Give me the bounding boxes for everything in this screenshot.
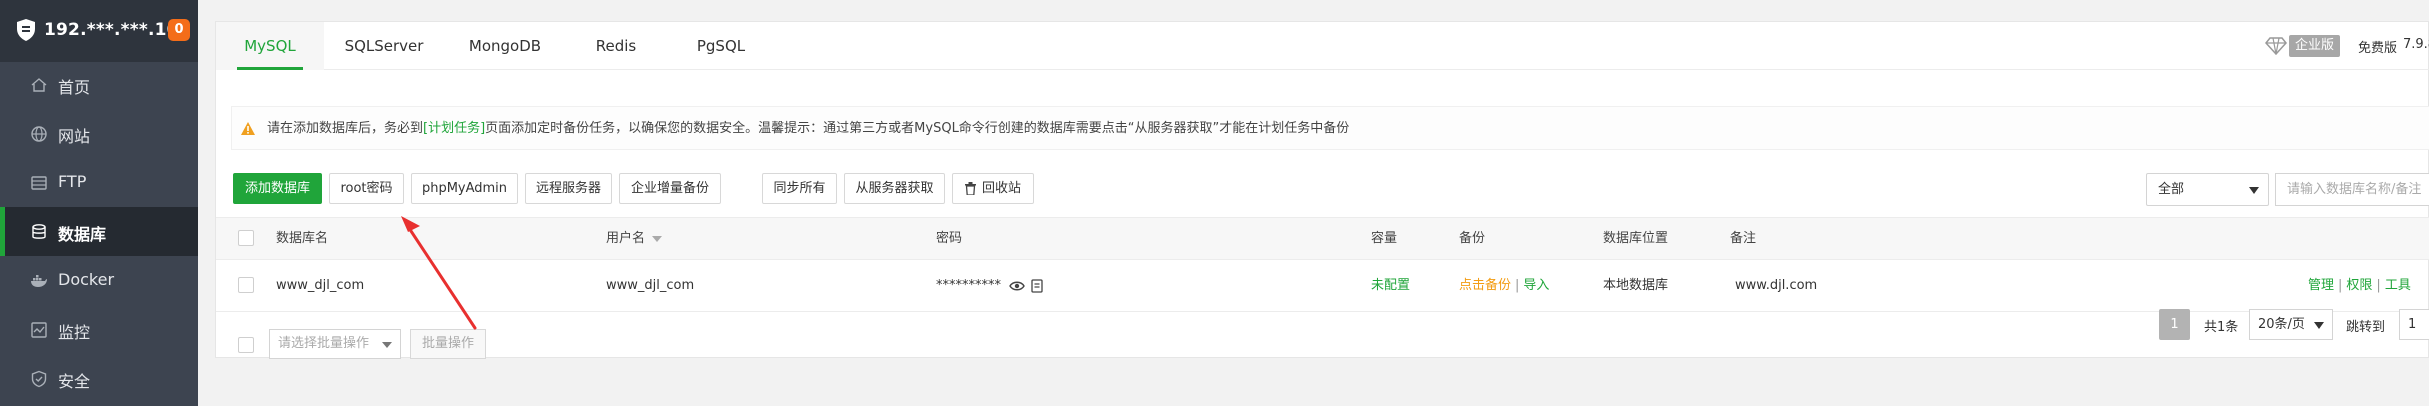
sort-down-icon xyxy=(652,235,663,242)
batch-select[interactable]: 请选择批量操作 xyxy=(269,329,401,359)
filter-select[interactable]: 全部 xyxy=(2146,173,2269,206)
tab-mongodb[interactable]: MongoDB xyxy=(444,22,566,70)
col-password: 密码 xyxy=(936,231,963,246)
backup-notice: 请在添加数据库后，务必到[计划任务]页面添加定时备份任务，以确保您的数据安全。温… xyxy=(231,106,2429,150)
sidebar-item-security[interactable]: 安全 xyxy=(0,354,198,403)
server-shield-icon xyxy=(17,19,35,41)
cell-operations: 管理 | 权限 | 工具 xyxy=(2308,278,2411,293)
cell-note[interactable]: www.djl.com xyxy=(1735,260,1817,311)
recycle-bin-button[interactable]: 回收站 xyxy=(952,173,1034,204)
tab-pgsql[interactable]: PgSQL xyxy=(666,22,776,70)
total-count: 共1条 xyxy=(2204,320,2239,335)
cell-username: www_djl_com xyxy=(606,278,695,293)
sidebar-item-label: 数据库 xyxy=(58,225,107,244)
version-info: 企业版 免费版 7.9.8 xyxy=(2265,34,2429,58)
version-number[interactable]: 7.9.8 xyxy=(2403,37,2429,52)
phpmyadmin-button[interactable]: phpMyAdmin xyxy=(411,173,518,204)
table-header: 数据库名 用户名 密码 容量 备份 数据库位置 备注 xyxy=(216,217,2429,260)
sidebar: 192.***.***.10 0 首页 网站 FTP 数据库 Docker 监控… xyxy=(0,0,198,406)
monitor-icon xyxy=(31,322,47,338)
jump-label: 跳转到 xyxy=(2346,320,2386,335)
select-all-checkbox[interactable] xyxy=(238,230,254,246)
db-type-tabs: MySQL SQLServer MongoDB Redis PgSQL 企业版 … xyxy=(216,22,2429,70)
backup-link[interactable]: 点击备份 xyxy=(1459,278,1511,293)
fetch-from-server-button[interactable]: 从服务器获取 xyxy=(844,173,945,204)
warning-icon xyxy=(241,122,255,135)
chevron-down-icon xyxy=(382,342,392,348)
col-backup: 备份 xyxy=(1459,231,1486,246)
remote-server-button[interactable]: 远程服务器 xyxy=(525,173,612,204)
eye-icon[interactable] xyxy=(1009,280,1025,292)
manage-link[interactable]: 管理 xyxy=(2308,278,2334,293)
cell-location: 本地数据库 xyxy=(1603,278,1669,293)
sidebar-item-home[interactable]: 首页 xyxy=(0,60,198,109)
import-link[interactable]: 导入 xyxy=(1523,278,1549,293)
globe-icon xyxy=(31,126,47,142)
per-page-select[interactable]: 20条/页 xyxy=(2249,309,2333,340)
table-row: www_djl_com www_djl_com ********** 未配置 点… xyxy=(216,260,2429,312)
notice-text: 请在添加数据库后，务必到[计划任务]页面添加定时备份任务，以确保您的数据安全。温… xyxy=(267,121,1350,136)
jump-input[interactable]: 1 xyxy=(2399,309,2429,340)
cell-backup: 点击备份 | 导入 xyxy=(1459,278,1550,293)
sidebar-item-database[interactable]: 数据库 xyxy=(0,207,198,256)
chevron-down-icon xyxy=(2249,187,2259,194)
database-icon xyxy=(32,224,46,239)
sidebar-item-website[interactable]: 网站 xyxy=(0,109,198,158)
home-icon xyxy=(31,78,47,92)
notification-badge[interactable]: 0 xyxy=(168,19,190,41)
cron-task-link[interactable]: [计划任务] xyxy=(423,121,485,136)
cell-capacity[interactable]: 未配置 xyxy=(1371,260,1410,311)
server-header[interactable]: 192.***.***.10 0 xyxy=(0,0,198,62)
sidebar-item-label: FTP xyxy=(58,172,87,191)
tab-redis[interactable]: Redis xyxy=(566,22,666,70)
col-note: 备注 xyxy=(1730,231,1757,246)
ftp-icon xyxy=(31,176,47,190)
cell-password: ********** xyxy=(936,260,1043,311)
row-checkbox[interactable] xyxy=(238,277,254,293)
tab-mysql[interactable]: MySQL xyxy=(216,22,324,70)
sidebar-item-monitor[interactable]: 监控 xyxy=(0,305,198,354)
sidebar-item-ftp[interactable]: FTP xyxy=(0,158,198,207)
sidebar-item-label: Docker xyxy=(58,270,115,289)
database-panel: MySQL SQLServer MongoDB Redis PgSQL 企业版 … xyxy=(215,21,2429,359)
sync-all-button[interactable]: 同步所有 xyxy=(762,173,837,204)
tab-sqlserver[interactable]: SQLServer xyxy=(324,22,444,70)
sidebar-item-label: 网站 xyxy=(58,127,91,146)
col-capacity: 容量 xyxy=(1371,231,1398,246)
col-username[interactable]: 用户名 xyxy=(606,218,663,260)
add-database-button[interactable]: 添加数据库 xyxy=(233,173,322,204)
sidebar-item-label: 安全 xyxy=(58,372,91,391)
root-password-button[interactable]: root密码 xyxy=(329,173,404,204)
permissions-link[interactable]: 权限 xyxy=(2346,278,2372,293)
search-input[interactable]: 请输入数据库名称/备注 xyxy=(2275,173,2429,206)
col-location: 数据库位置 xyxy=(1603,231,1669,246)
free-edition-label: 免费版 xyxy=(2358,41,2398,56)
tab-underline xyxy=(237,67,303,70)
enterprise-badge[interactable]: 企业版 xyxy=(2289,35,2341,57)
incremental-backup-button[interactable]: 企业增量备份 xyxy=(619,173,721,204)
footer-checkbox[interactable] xyxy=(238,337,254,353)
docker-icon xyxy=(31,275,47,287)
sidebar-item-label: 首页 xyxy=(58,78,91,97)
server-ip: 192.***.***.10 xyxy=(44,20,179,40)
page-current[interactable]: 1 xyxy=(2159,309,2190,340)
col-database-name: 数据库名 xyxy=(276,231,329,246)
active-indicator xyxy=(0,207,5,256)
sidebar-item-label: 监控 xyxy=(58,323,91,342)
diamond-icon xyxy=(2265,37,2287,56)
sidebar-item-docker[interactable]: Docker xyxy=(0,256,198,305)
chevron-down-icon xyxy=(2314,322,2324,329)
shield-icon xyxy=(31,370,47,388)
copy-icon[interactable] xyxy=(1031,278,1043,293)
cell-database-name: www_djl_com xyxy=(276,278,365,293)
batch-operation-button[interactable]: 批量操作 xyxy=(410,329,486,359)
trash-icon xyxy=(964,182,976,195)
tools-link[interactable]: 工具 xyxy=(2385,278,2411,293)
